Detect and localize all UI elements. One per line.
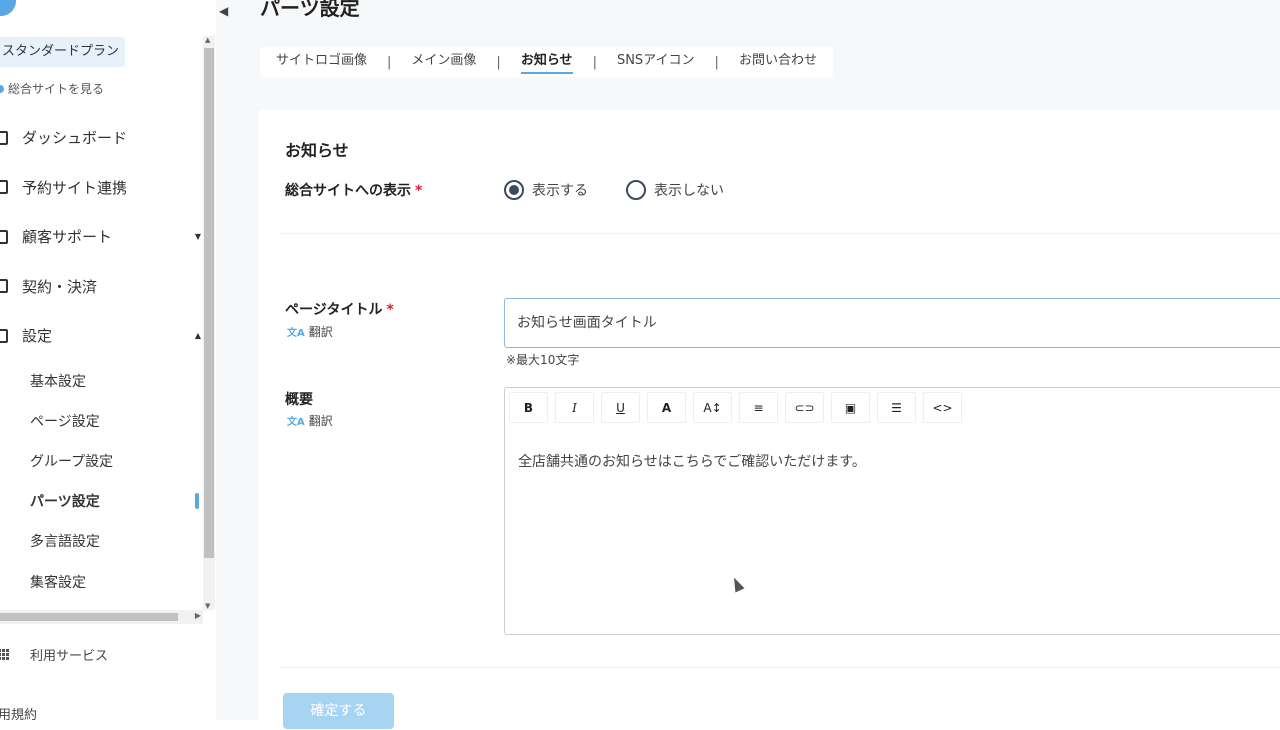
support-icon (0, 229, 8, 244)
scroll-down-icon[interactable]: ▼ (205, 602, 210, 610)
summary-editor[interactable]: B I U A A↕ ≡ ⊂⊃ ▣ ☰ <> 全店舗共通のお知らせはこちらでご確… (504, 387, 1280, 635)
section-title: お知らせ (285, 141, 349, 160)
translate-link[interactable]: 文A 翻訳 (287, 323, 333, 340)
scroll-right-icon[interactable]: ▶ (195, 611, 201, 620)
sidebar-subitem-group[interactable]: グループ設定 (0, 441, 205, 481)
sidebar-vertical-scrollbar[interactable]: ▲ ▼ (203, 36, 215, 610)
radio-label: 表示する (532, 183, 588, 199)
view-site-label: 総合サイトを見る (8, 82, 105, 96)
sidebar-item-label: 契約・決済 (22, 277, 98, 296)
sidebar-subitem-parts[interactable]: パーツ設定 (0, 481, 205, 521)
italic-button[interactable]: I (555, 392, 594, 423)
sidebar-item-settings[interactable]: 設定 ▲ (0, 311, 205, 361)
dashboard-icon (0, 130, 8, 145)
grid-icon (0, 648, 10, 661)
radio-unchecked-icon[interactable] (626, 180, 646, 200)
confirm-button[interactable]: 確定する (283, 693, 394, 729)
page-title-label: ページタイトル * (285, 299, 394, 319)
sidebar-item-dashboard[interactable]: ダッシュボード (0, 113, 205, 163)
settings-submenu: 基本設定 ページ設定 グループ設定 パーツ設定 多言語設定 集客設定 (0, 361, 205, 602)
plan-badge: スタンダードプラン (0, 37, 126, 67)
sidebar-subitem-marketing[interactable]: 集客設定 (0, 561, 205, 601)
page-title-hint: ※最大10文字 (506, 353, 580, 367)
active-indicator (195, 493, 199, 510)
translate-icon: 文A (287, 417, 305, 428)
radio-label: 表示しない (654, 183, 724, 199)
sidebar-subitem-basic[interactable]: 基本設定 (0, 361, 205, 401)
scrollbar-thumb[interactable] (204, 48, 214, 558)
font-size-button[interactable]: A↕ (693, 392, 732, 423)
caret-up-icon: ▲ (194, 331, 201, 341)
sidebar-item-label: 設定 (22, 327, 53, 346)
required-mark: * (415, 183, 423, 199)
parts-tabs: サイトロゴ画像 | メイン画像 | お知らせ | SNSアイコン | お問い合わ… (260, 47, 833, 77)
align-button[interactable]: ☰ (877, 392, 916, 423)
tab-contact[interactable]: お問い合わせ (739, 47, 817, 77)
list-button[interactable]: ≡ (739, 392, 778, 423)
display-label-text: 総合サイトへの表示 (285, 183, 411, 199)
sidebar-horizontal-scrollbar[interactable]: ▶ (0, 610, 203, 624)
globe-icon (0, 84, 4, 93)
translate-icon: 文A (287, 328, 305, 339)
translate-link[interactable]: 文A 翻訳 (287, 412, 333, 429)
tab-separator: | (496, 54, 501, 70)
sidebar-item-contract[interactable]: 契約・決済 (0, 262, 205, 312)
tab-separator: | (387, 54, 392, 70)
radio-show[interactable]: 表示する (504, 180, 588, 200)
logo-icon[interactable] (0, 0, 16, 16)
tab-sns-icon[interactable]: SNSアイコン (617, 47, 695, 77)
contract-icon (0, 279, 8, 294)
code-view-button[interactable]: <> (923, 392, 962, 423)
services-label: 利用サービス (30, 649, 109, 664)
link-button[interactable]: ⊂⊃ (785, 392, 824, 423)
page-title-input[interactable]: お知らせ画面タイトル (504, 298, 1280, 348)
sidebar-item-reservation[interactable]: 予約サイト連携 (0, 163, 205, 213)
sidebar-item-label: ダッシュボード (22, 129, 128, 148)
translate-label: 翻訳 (308, 414, 333, 428)
sidebar-item-label: 顧客サポート (22, 228, 113, 247)
sidebar-item-label: 予約サイト連携 (22, 178, 128, 197)
editor-content[interactable]: 全店舗共通のお知らせはこちらでご確認いただけます。 (518, 451, 866, 471)
page-title: パーツ設定 (260, 0, 360, 20)
required-mark: * (386, 302, 394, 318)
editor-toolbar: B I U A A↕ ≡ ⊂⊃ ▣ ☰ <> (509, 392, 962, 423)
scroll-up-icon[interactable]: ▲ (205, 36, 210, 44)
radio-checked-icon[interactable] (504, 180, 524, 200)
terms-link[interactable]: 用規約 (0, 704, 37, 723)
radio-hide[interactable]: 表示しない (626, 180, 724, 200)
tab-main-image[interactable]: メイン画像 (411, 47, 476, 77)
sidebar-subitem-language[interactable]: 多言語設定 (0, 521, 205, 561)
tab-news[interactable]: お知らせ (520, 47, 573, 77)
caret-down-icon: ▼ (194, 232, 201, 242)
tab-separator: | (714, 54, 719, 70)
sidebar-subitem-label: パーツ設定 (30, 494, 100, 511)
image-button[interactable]: ▣ (831, 392, 870, 423)
text-color-button[interactable]: A (647, 392, 686, 423)
tab-site-logo[interactable]: サイトロゴ画像 (276, 47, 367, 77)
bold-button[interactable]: B (509, 392, 548, 423)
collapse-sidebar-icon[interactable]: ◀ (219, 4, 228, 18)
sidebar-nav: ダッシュボード 予約サイト連携 顧客サポート ▼ 契約・決済 設定 ▲ 基本設定… (0, 113, 205, 602)
divider (281, 233, 1280, 234)
display-label: 総合サイトへの表示 * (285, 180, 422, 200)
gear-icon (0, 328, 8, 343)
tab-separator: | (592, 54, 597, 70)
display-radio-group: 表示する 表示しない (504, 180, 724, 200)
underline-button[interactable]: U (601, 392, 640, 423)
sidebar-subitem-page[interactable]: ページ設定 (0, 401, 205, 441)
divider (281, 667, 1280, 668)
summary-label: 概要 (285, 392, 313, 408)
news-settings-card: お知らせ 総合サイトへの表示 * 表示する 表示しない ページタイトル * 文A 翻… (258, 110, 1280, 730)
scrollbar-thumb[interactable] (0, 613, 178, 621)
main-content: ◀ パーツ設定 サイトロゴ画像 | メイン画像 | お知らせ | SNSアイコン… (216, 0, 1280, 730)
translate-label: 翻訳 (308, 325, 333, 339)
page-title-label-text: ページタイトル (285, 302, 383, 318)
view-site-link[interactable]: 総合サイトを見る (0, 80, 104, 97)
link-icon (0, 180, 8, 195)
sidebar-item-support[interactable]: 顧客サポート ▼ (0, 212, 205, 262)
sidebar: スタンダードプラン 総合サイトを見る ダッシュボード 予約サイト連携 顧客サポー… (0, 0, 216, 723)
services-link[interactable]: 利用サービス (0, 645, 108, 664)
